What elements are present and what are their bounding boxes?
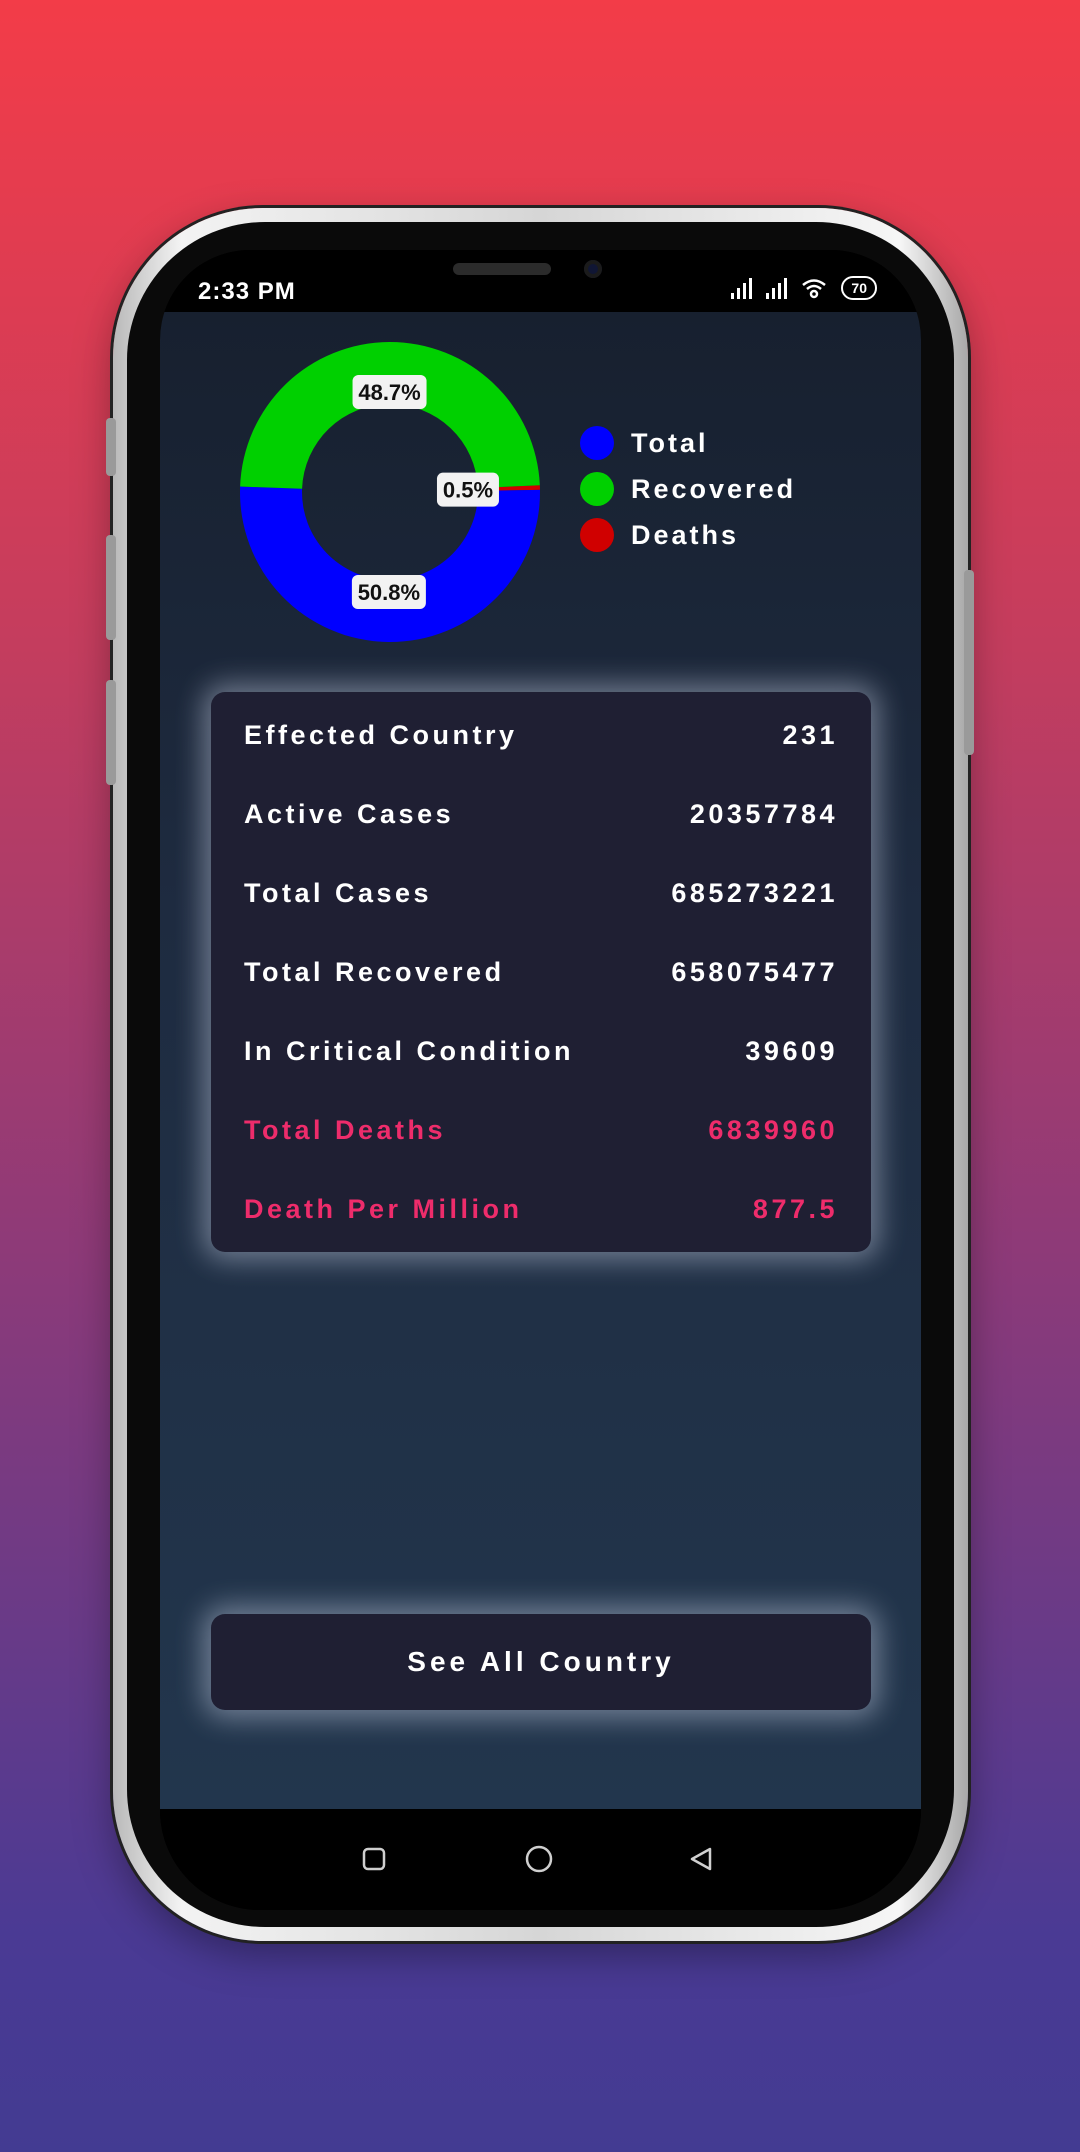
home-icon[interactable] bbox=[525, 1845, 553, 1873]
donut-slice-recovered bbox=[240, 341, 540, 489]
stat-value: 685273221 bbox=[671, 878, 838, 908]
stat-row: Death Per Million 877.5 bbox=[211, 1170, 871, 1249]
front-camera bbox=[584, 260, 602, 278]
status-time: 2:33 PM bbox=[198, 278, 296, 305]
legend-label: Total bbox=[631, 427, 709, 458]
legend-swatch bbox=[580, 518, 614, 552]
slice-label: 50.8% bbox=[351, 574, 426, 609]
volume-up-button bbox=[106, 418, 116, 476]
status-icons: 70 bbox=[731, 276, 877, 300]
legend-swatch bbox=[580, 426, 614, 460]
stat-label: Total Deaths bbox=[244, 1115, 447, 1145]
status-bar: 2:33 PM 70 bbox=[160, 250, 921, 312]
legend-swatch bbox=[580, 472, 614, 506]
notch bbox=[348, 250, 733, 302]
power-button bbox=[964, 570, 974, 755]
stat-label: Active Cases bbox=[244, 799, 455, 829]
stat-value: 39609 bbox=[745, 1036, 838, 1066]
slice-label-text: 50.8% bbox=[358, 580, 420, 605]
phone-screen: 2:33 PM 70 50.8% 48.7% 0.5% Total Recovered… bbox=[160, 250, 921, 1910]
legend-label: Deaths bbox=[631, 519, 740, 550]
stat-row: Total Cases 685273221 bbox=[211, 854, 871, 933]
bixby-button bbox=[106, 680, 116, 785]
stat-row: Effected Country 231 bbox=[211, 696, 871, 775]
cellular-signal-2-icon bbox=[766, 277, 788, 299]
stat-value: 6839960 bbox=[708, 1115, 838, 1145]
stat-row: Active Cases 20357784 bbox=[211, 775, 871, 854]
main-content: 50.8% 48.7% 0.5% Total Recovered Deaths Effe… bbox=[160, 312, 921, 1809]
battery-icon: 70 bbox=[841, 276, 877, 300]
legend-item: Deaths bbox=[580, 512, 796, 558]
chart-legend: Total Recovered Deaths bbox=[580, 420, 796, 558]
stat-row: In Critical Condition 39609 bbox=[211, 1012, 871, 1091]
stat-value: 658075477 bbox=[671, 957, 838, 987]
legend-label: Recovered bbox=[631, 473, 797, 504]
stat-label: Total Cases bbox=[244, 878, 433, 908]
stats-card: Effected Country 231 Active Cases 20357784 T… bbox=[211, 692, 871, 1252]
donut-slice-total bbox=[240, 486, 540, 642]
volume-down-button bbox=[106, 535, 116, 640]
slice-label: 48.7% bbox=[352, 375, 427, 410]
cellular-signal-icon bbox=[731, 277, 753, 299]
speaker-grille bbox=[453, 263, 551, 275]
stat-label: Total Recovered bbox=[244, 957, 505, 987]
stat-value: 877.5 bbox=[752, 1194, 838, 1224]
legend-item: Recovered bbox=[580, 466, 796, 512]
stat-value: 20357784 bbox=[689, 799, 838, 829]
donut-chart: 50.8% 48.7% 0.5% bbox=[240, 341, 540, 642]
stat-row: Total Recovered 658075477 bbox=[211, 933, 871, 1012]
stat-row: Total Deaths 6839960 bbox=[211, 1091, 871, 1170]
slice-label-text: 0.5% bbox=[443, 478, 493, 503]
stat-label: Death Per Million bbox=[244, 1194, 523, 1224]
stat-label: In Critical Condition bbox=[244, 1036, 574, 1066]
stat-value: 231 bbox=[782, 720, 838, 750]
back-icon[interactable] bbox=[688, 1846, 714, 1872]
stat-label: Effected Country bbox=[244, 720, 518, 750]
slice-label-text: 48.7% bbox=[358, 380, 420, 405]
recents-icon[interactable] bbox=[362, 1847, 386, 1871]
see-all-country-button[interactable]: See All Country bbox=[211, 1614, 871, 1710]
wifi-icon bbox=[802, 279, 827, 299]
slice-label: 0.5% bbox=[436, 472, 499, 507]
legend-item: Total bbox=[580, 420, 796, 466]
navigation-bar bbox=[160, 1809, 921, 1910]
